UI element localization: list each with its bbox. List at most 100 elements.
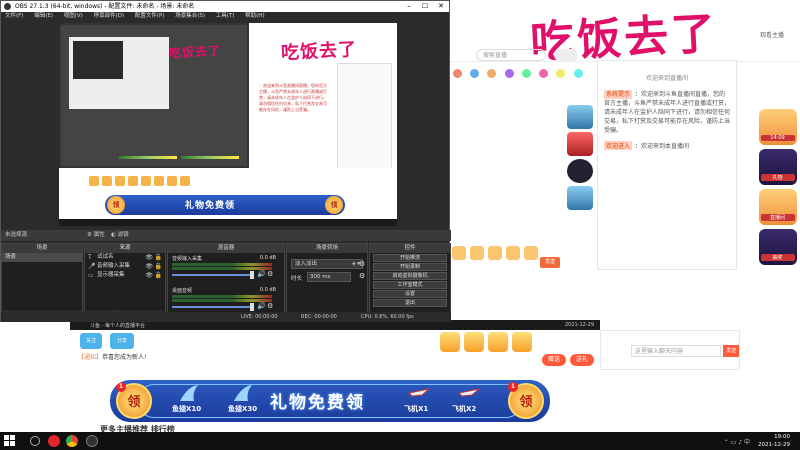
claim-badge-right[interactable]: 1领 bbox=[508, 382, 544, 419]
visibility-eye-icon[interactable]: 👁 bbox=[145, 262, 153, 271]
gear-icon[interactable]: ⚙ bbox=[359, 272, 365, 280]
event-badge[interactable] bbox=[567, 105, 593, 129]
watch-streamer-link[interactable]: 观看主播 bbox=[760, 30, 784, 39]
live-timer: LIVE: 00:00:00 bbox=[241, 314, 278, 320]
chat-send-button[interactable]: 发送 bbox=[723, 345, 739, 357]
event-badge[interactable] bbox=[567, 159, 593, 183]
add-icon[interactable]: + bbox=[351, 260, 357, 268]
gift-icon[interactable] bbox=[470, 246, 484, 260]
minimize-icon[interactable]: – bbox=[401, 1, 417, 12]
dock-title: 来源 bbox=[85, 244, 165, 253]
gift-icon[interactable] bbox=[524, 246, 538, 260]
system-tray[interactable]: ⌃ ▭ ♪ 中 bbox=[724, 437, 750, 446]
volume-slider[interactable] bbox=[172, 306, 252, 308]
chat-input[interactable]: 这里输入聊天内容 bbox=[631, 345, 721, 357]
start-virtual-camera-button[interactable]: 启动虚拟摄像机 bbox=[373, 272, 447, 280]
source-item[interactable]: 🎤 音频输入采集 👁 🔓 bbox=[85, 262, 165, 271]
share-button[interactable]: 分享 bbox=[110, 333, 134, 349]
speaker-icon[interactable]: 🔊 bbox=[257, 302, 266, 310]
gift-send-button-2[interactable]: 送礼 bbox=[570, 354, 594, 366]
menu-scene-collection[interactable]: 场景集合(S) bbox=[175, 13, 205, 19]
avatar[interactable] bbox=[487, 69, 497, 78]
source-item[interactable]: ▭ 显示器采集 👁 🔓 bbox=[85, 271, 165, 280]
avatar[interactable] bbox=[521, 69, 531, 78]
gear-icon[interactable]: ⚙ bbox=[267, 302, 273, 310]
obs-taskbar-icon[interactable] bbox=[86, 435, 98, 447]
send-button-small[interactable]: 发送 bbox=[540, 257, 560, 268]
gift-icon[interactable] bbox=[464, 332, 484, 352]
shark-fin-icon bbox=[234, 385, 252, 401]
nested-audio-meters bbox=[119, 153, 249, 163]
dock-title: 控件 bbox=[370, 244, 450, 253]
maximize-icon[interactable]: ☐ bbox=[417, 1, 433, 12]
mixer-channel: 音频输入采集 0.0 dB 🔊 ⚙ bbox=[168, 253, 284, 285]
dock-title: 场景 bbox=[2, 244, 82, 253]
gift-send-button[interactable]: 赠送 bbox=[542, 354, 566, 366]
promo-badge[interactable]: 礼物 bbox=[758, 149, 797, 185]
free-gift-banner[interactable]: 1领 1领 礼物免费领 鱼翅X10 鱼翅X30 飞机X1 飞机X2 bbox=[110, 380, 550, 422]
search-button[interactable] bbox=[554, 49, 578, 61]
menu-help[interactable]: 帮助(H) bbox=[245, 13, 264, 19]
gift-icon[interactable] bbox=[488, 246, 502, 260]
avatar[interactable] bbox=[470, 69, 480, 78]
exit-button[interactable]: 退出 bbox=[373, 299, 447, 307]
speaker-icon[interactable]: 🔊 bbox=[257, 270, 266, 278]
search-input[interactable]: 搜索直播 bbox=[476, 49, 546, 61]
promo-badge[interactable]: 抽奖 bbox=[758, 229, 797, 265]
filters-button[interactable]: ◐ 滤镜 bbox=[111, 230, 129, 241]
lock-icon[interactable]: 🔓 bbox=[155, 271, 162, 280]
avatar[interactable] bbox=[573, 69, 583, 78]
gift-icon[interactable] bbox=[488, 332, 508, 352]
event-badge[interactable] bbox=[567, 186, 593, 210]
menu-docks[interactable]: 停靠部件(D) bbox=[94, 13, 125, 19]
gift-tray-small bbox=[450, 240, 750, 320]
chat-panel: 欢迎来到直播间 系统提示 ：欢迎来到斗鱼直播间直播，您的官方主播，斗鱼严禁未成年人… bbox=[597, 60, 737, 270]
clock[interactable]: 19:00 2021-12-29 bbox=[758, 433, 790, 449]
lock-icon[interactable]: 🔓 bbox=[155, 253, 162, 262]
volume-slider[interactable] bbox=[172, 274, 252, 276]
gear-icon[interactable]: ⚙ bbox=[359, 260, 365, 268]
avatar[interactable] bbox=[539, 69, 549, 78]
claim-badge-left[interactable]: 1领 bbox=[116, 382, 152, 419]
gift-icon[interactable] bbox=[452, 246, 466, 260]
gift-icon[interactable] bbox=[440, 332, 460, 352]
start-streaming-button[interactable]: 开始推流 bbox=[373, 254, 447, 262]
transition-duration-row: 时长 300 ms bbox=[291, 272, 363, 282]
avatar[interactable] bbox=[504, 69, 514, 78]
source-item[interactable]: T 试试名 👁 🔓 bbox=[85, 253, 165, 262]
settings-button[interactable]: 设置 bbox=[373, 290, 447, 298]
gift-icon[interactable] bbox=[512, 332, 532, 352]
scene-item[interactable]: 场景 bbox=[2, 253, 82, 262]
volume-meter bbox=[172, 295, 272, 298]
menu-view[interactable]: 视图(V) bbox=[64, 13, 83, 19]
obs-preview-canvas[interactable]: 吃饭去了 吃饭去了 ：欢迎来到斗鱼直播间直播，您的官方主播，斗鱼严禁未成年人进行… bbox=[59, 23, 397, 226]
duration-input[interactable]: 300 ms bbox=[307, 272, 351, 282]
menu-file[interactable]: 文件(F) bbox=[5, 13, 23, 19]
avatar[interactable] bbox=[556, 69, 566, 78]
lock-icon[interactable]: 🔓 bbox=[155, 262, 162, 271]
volume-slider-handle[interactable] bbox=[250, 271, 254, 279]
promo-badge[interactable]: 14:09 bbox=[758, 109, 797, 145]
windows-start-icon[interactable] bbox=[4, 435, 16, 447]
promo-badge[interactable]: 直播间 bbox=[758, 189, 797, 225]
visibility-eye-icon[interactable]: 👁 bbox=[145, 271, 153, 280]
menu-edit[interactable]: 编辑(E) bbox=[34, 13, 53, 19]
preview-gift-banner: 领 礼物免费领 领 bbox=[105, 195, 345, 215]
menu-tools[interactable]: 工具(T) bbox=[216, 13, 235, 19]
start-recording-button[interactable]: 开始录制 bbox=[373, 263, 447, 271]
app-icon[interactable] bbox=[48, 435, 60, 447]
studio-mode-button[interactable]: 工作室模式 bbox=[373, 281, 447, 289]
volume-slider-handle[interactable] bbox=[250, 303, 254, 311]
follow-button[interactable]: 关注 bbox=[80, 333, 102, 349]
visibility-eye-icon[interactable]: 👁 bbox=[145, 253, 153, 262]
lower-window-title: 斗鱼 - 每个人的直播平台 bbox=[90, 323, 145, 329]
chrome-icon[interactable] bbox=[66, 435, 78, 447]
properties-button[interactable]: ⚙ 属性 bbox=[87, 230, 105, 241]
avatar[interactable] bbox=[453, 69, 462, 78]
event-badge[interactable] bbox=[567, 132, 593, 156]
gift-icon[interactable] bbox=[506, 246, 520, 260]
gear-icon[interactable]: ⚙ bbox=[267, 270, 273, 278]
menu-profile[interactable]: 配置文件(P) bbox=[135, 13, 165, 19]
close-icon[interactable]: ✕ bbox=[433, 1, 449, 12]
search-icon[interactable] bbox=[30, 436, 40, 446]
